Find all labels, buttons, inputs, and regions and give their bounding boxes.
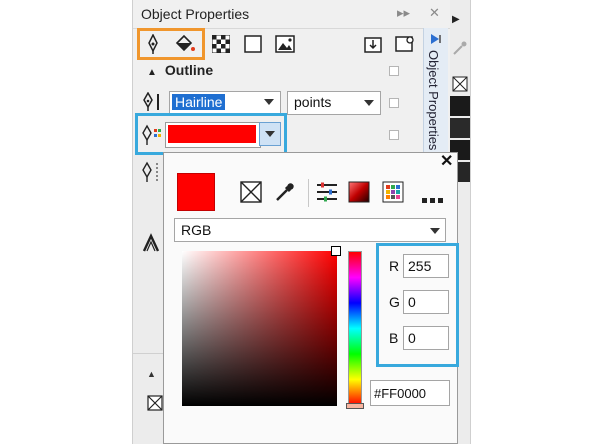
color-model-value: RGB — [181, 222, 212, 238]
outline-section-label: Outline — [164, 62, 214, 78]
close-docker-icon[interactable]: ✕ — [429, 5, 440, 21]
no-color-button[interactable] — [240, 181, 264, 205]
current-color-swatch — [177, 173, 215, 211]
eyedropper-icon — [276, 183, 294, 201]
outline-width-dropdown-button[interactable] — [259, 92, 279, 112]
docker-title-bar: Object Properties ▸▸ ✕ — [133, 0, 451, 29]
collapse-arrow-icon: ▲ — [147, 67, 157, 78]
tab-pin-icon — [429, 32, 443, 51]
chevron-down-icon — [364, 100, 374, 106]
image-icon — [275, 35, 295, 53]
checkerboard-icon — [212, 35, 230, 53]
palette-grid-icon — [382, 181, 404, 203]
hue-slider-handle[interactable] — [346, 403, 364, 409]
color-sliders-button[interactable] — [315, 181, 339, 205]
window-options-icon — [395, 36, 414, 52]
docker-title: Object Properties — [141, 6, 250, 22]
side-tab-label: Object Properties — [426, 50, 441, 151]
none-fill-icon[interactable] — [452, 76, 468, 97]
outline-units-select[interactable]: points — [287, 91, 381, 115]
wrap-checkbox-icon[interactable] — [147, 395, 163, 416]
expand-docker-icon[interactable]: ▸▸ — [397, 5, 410, 21]
blue-highlight-box-color — [135, 113, 287, 155]
gradient-square-icon — [348, 181, 370, 203]
chevron-down-icon — [264, 99, 274, 105]
outline-color-checkbox[interactable] — [389, 130, 399, 140]
hue-slider[interactable] — [348, 251, 362, 406]
import-style-button[interactable] — [361, 32, 385, 56]
dark-swatch[interactable] — [450, 118, 470, 138]
color-palettes-button[interactable] — [382, 181, 406, 205]
color-model-select[interactable]: RGB — [174, 218, 446, 242]
hex-color-input[interactable]: #FF0000 — [370, 380, 450, 406]
frame-tab[interactable] — [241, 32, 265, 56]
play-icon[interactable]: ▶ — [452, 14, 460, 25]
outline-width-checkbox[interactable] — [389, 98, 399, 108]
eyedropper-button[interactable] — [274, 181, 298, 205]
section-option-checkbox[interactable] — [389, 66, 399, 76]
square-outline-icon — [244, 35, 262, 53]
more-options-icon[interactable] — [422, 191, 444, 209]
pen-style-icon — [141, 161, 163, 188]
panel-options-button[interactable] — [393, 32, 417, 56]
toolbar-divider — [308, 179, 309, 207]
color-picker-handle[interactable] — [331, 246, 341, 256]
color-viewer-button[interactable] — [348, 181, 372, 205]
chevron-down-icon — [430, 228, 440, 234]
outline-section-header[interactable]: ▲ Outline — [147, 62, 213, 78]
outline-width-value: Hairline — [172, 94, 226, 110]
blue-highlight-box-rgb — [376, 243, 459, 367]
orange-highlight-box — [137, 28, 205, 60]
saturation-value-square[interactable] — [182, 246, 341, 406]
sliders-icon — [317, 182, 337, 202]
no-color-icon — [240, 181, 262, 203]
transparency-tab[interactable] — [209, 32, 233, 56]
collapse-arrow-icon[interactable]: ▲ — [147, 369, 156, 379]
close-icon[interactable]: ✕ — [440, 151, 453, 171]
outline-units-value: points — [294, 94, 332, 110]
download-box-icon — [364, 37, 382, 53]
bitmap-tab[interactable] — [273, 32, 297, 56]
dark-swatch[interactable] — [450, 96, 470, 116]
color-picker-popup: ✕ RGB R 255 G 0 B 0 #FF0000 — [163, 151, 459, 444]
divider — [133, 353, 163, 354]
line-join-icon — [141, 233, 161, 258]
eyedropper-tool-icon[interactable] — [452, 40, 468, 61]
